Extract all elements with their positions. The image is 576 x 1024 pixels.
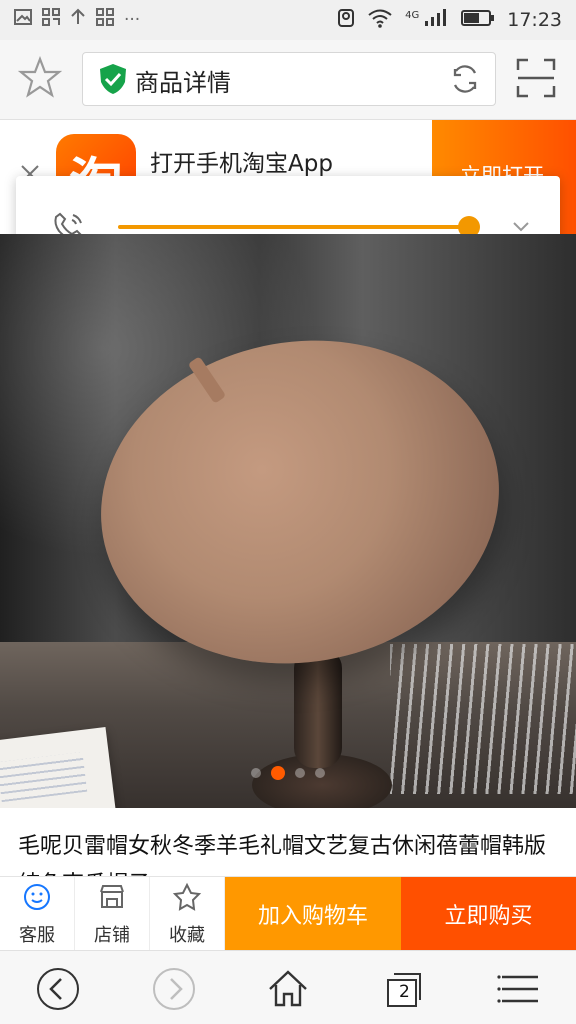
beret-hat (75, 309, 525, 695)
app-grid-icon (96, 8, 114, 31)
product-title-area: 毛呢贝雷帽女秋冬季羊毛礼帽文艺复古休闲蓓蕾帽韩版纯色南瓜帽子 (0, 808, 576, 876)
status-right-icons: 4G 17:23 (337, 8, 562, 32)
address-bar[interactable]: 商品详情 (82, 52, 496, 106)
favorite-button[interactable]: 收藏 (150, 877, 225, 951)
status-left-icons: ··· (14, 8, 140, 31)
add-to-cart-label: 加入购物车 (257, 904, 368, 929)
back-icon[interactable] (34, 965, 82, 1013)
open-taobao-message: 打开手机淘宝App (150, 151, 333, 177)
favorite-label: 收藏 (169, 924, 205, 946)
carousel-dot-active[interactable] (271, 766, 285, 780)
tabs-count: 2 (399, 982, 410, 1002)
upload-icon (70, 8, 86, 31)
buy-now-button[interactable]: 立即购买 (401, 877, 576, 951)
star-icon[interactable] (17, 55, 63, 100)
refresh-icon[interactable] (447, 61, 483, 97)
add-to-cart-button[interactable]: 加入购物车 (225, 877, 401, 951)
carousel-dot[interactable] (315, 768, 325, 778)
page-title: 商品详情 (135, 69, 231, 97)
menu-icon[interactable] (496, 965, 544, 1013)
store-icon (97, 882, 127, 917)
store-label: 店铺 (94, 924, 130, 946)
carousel-dot[interactable] (295, 768, 305, 778)
product-action-bar: 客服 店铺 收藏 加入购物车 立即购买 (0, 876, 576, 951)
smile-chat-icon (22, 882, 52, 917)
wifi-icon (367, 8, 393, 32)
home-icon[interactable] (264, 965, 312, 1013)
network-label: 4G (405, 9, 420, 21)
browser-toolbar: 商品详情 (0, 40, 576, 120)
favorite-star-icon (172, 882, 202, 917)
hat-stand-neck (294, 648, 342, 768)
image-icon (14, 9, 32, 30)
product-image-carousel[interactable] (0, 234, 576, 808)
shield-check-icon (97, 62, 129, 96)
tabs-icon[interactable]: 2 (380, 965, 428, 1013)
buy-now-label: 立即购买 (444, 904, 533, 929)
app-icon (42, 8, 60, 31)
volume-slider-track[interactable] (118, 225, 472, 229)
signal-icon (423, 8, 449, 32)
battery-icon (461, 9, 495, 31)
store-button[interactable]: 店铺 (75, 877, 150, 951)
customer-service-label: 客服 (19, 924, 55, 946)
browser-bottom-navigation: 2 (0, 950, 576, 1024)
carousel-indicators (0, 766, 576, 786)
customer-service-button[interactable]: 客服 (0, 877, 75, 951)
status-time: 17:23 (507, 9, 562, 31)
carousel-dot[interactable] (251, 768, 261, 778)
more-dots-icon: ··· (124, 9, 141, 30)
forward-icon[interactable] (150, 965, 198, 1013)
status-bar: ··· 4G 17:23 (0, 0, 576, 40)
fullscreen-icon[interactable] (512, 54, 560, 102)
product-title: 毛呢贝雷帽女秋冬季羊毛礼帽文艺复古休闲蓓蕾帽韩版纯色南瓜帽子 (18, 834, 547, 876)
location-icon (337, 8, 355, 32)
